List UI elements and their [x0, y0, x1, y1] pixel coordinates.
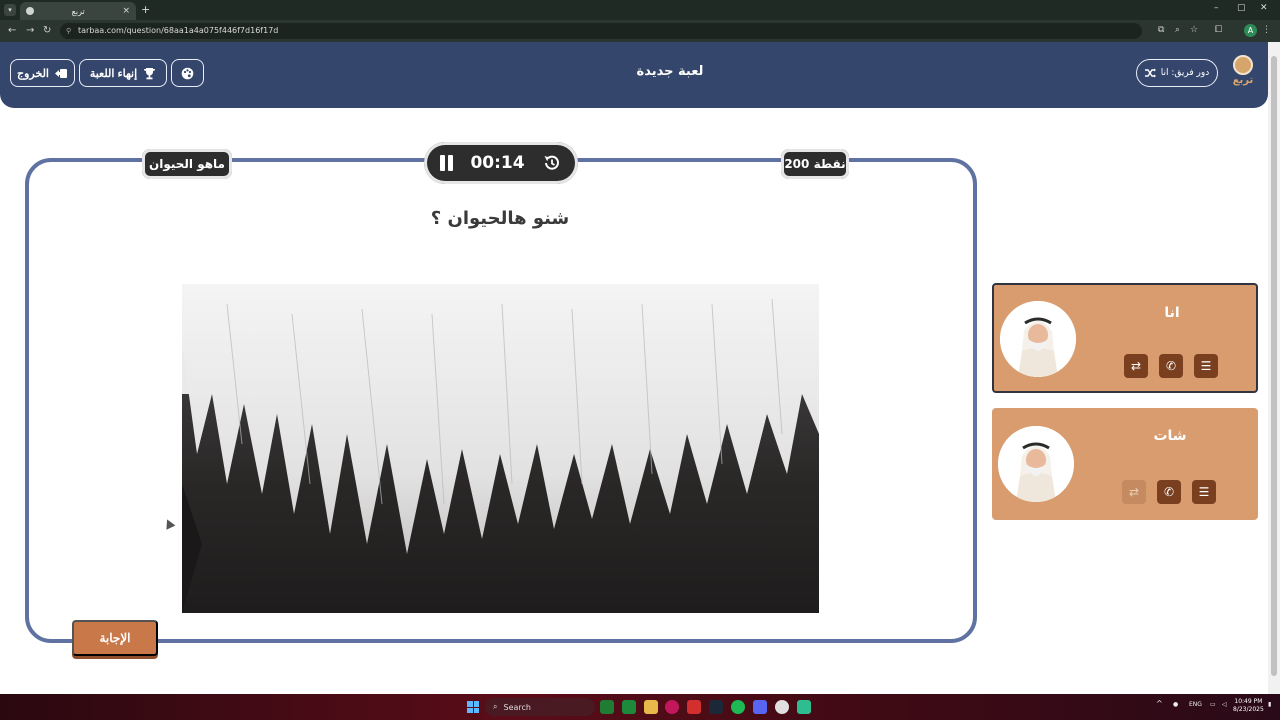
list-icon[interactable]: ☰ [1194, 354, 1218, 378]
timer-value: 00:14 [470, 153, 525, 173]
trophy-icon [144, 67, 156, 79]
logo-badge-icon [1233, 55, 1253, 75]
zoom-icon[interactable]: ⌕ [1175, 25, 1180, 35]
points-badge: 200 نقطة [781, 149, 849, 179]
exit-button[interactable]: الخروج [10, 59, 75, 87]
answer-button[interactable]: الإجابة [72, 620, 158, 656]
exit-label: الخروج [17, 67, 49, 80]
logo-text: تربع [1232, 75, 1254, 86]
page-scrollbar[interactable] [1268, 42, 1280, 694]
team-card-ana: انا ⇄ ✆ ☰ [992, 283, 1258, 393]
file-explorer-icon[interactable] [644, 700, 658, 714]
app-red-icon[interactable] [687, 700, 701, 714]
profile-avatar[interactable]: A [1244, 24, 1257, 37]
windows-start-icon[interactable] [467, 701, 479, 713]
theme-button[interactable] [171, 59, 204, 87]
phone-icon[interactable]: ✆ [1159, 354, 1183, 378]
question-text: شنو هالحيوان ؟ [430, 208, 570, 229]
tab-search-icon[interactable]: ▾ [4, 4, 16, 16]
language-indicator[interactable]: ENG [1189, 701, 1202, 708]
team-turn-label: دور فريق: انا [1160, 68, 1210, 78]
team-name: شات [1153, 428, 1187, 444]
url-text: tarbaa.com/question/68aa1a4a075f446f7d16… [78, 26, 279, 35]
taskbar-search-label: Search [503, 702, 531, 712]
app-logo[interactable]: تربع [1229, 55, 1257, 91]
close-tab-icon[interactable]: × [122, 6, 130, 16]
bookmark-star-icon[interactable]: ☆ [1190, 25, 1198, 35]
network-icon[interactable]: ▭ [1210, 701, 1216, 708]
reload-icon[interactable]: ↻ [43, 25, 51, 36]
xbox-icon[interactable] [622, 700, 636, 714]
clock-time: 10:49 PM [1234, 698, 1263, 705]
end-game-label: إنهاء اللعبة [89, 67, 138, 80]
maximize-icon[interactable]: ▢ [1237, 3, 1246, 13]
phone-icon[interactable]: ✆ [1157, 480, 1181, 504]
reset-timer-icon[interactable] [542, 153, 562, 173]
palette-icon [181, 67, 194, 79]
feathers-image [182, 284, 819, 613]
category-badge: ماهو الحيوان [142, 149, 232, 179]
steam-icon[interactable] [709, 700, 723, 714]
search-icon: ⌕ [493, 702, 498, 711]
nvidia-icon[interactable] [600, 700, 614, 714]
app-green-icon[interactable] [797, 700, 811, 714]
team-avatar [1000, 301, 1076, 377]
new-tab-icon[interactable]: + [141, 3, 150, 16]
microphone-icon[interactable]: ● [1173, 701, 1178, 708]
team-actions: ⇄ ✆ ☰ [1122, 480, 1216, 504]
install-icon[interactable]: ⧉ [1158, 25, 1164, 35]
team-card-chat: شات ⇄ ✆ ☰ [992, 408, 1258, 520]
team-avatar [998, 426, 1074, 502]
elder-avatar-icon [1000, 301, 1076, 377]
browser-tab-bar: ▾ تربع × + – ▢ ✕ [0, 0, 1280, 20]
volume-icon[interactable]: ◁ [1222, 701, 1227, 708]
team-turn-switch[interactable]: دور فريق: انا [1136, 59, 1218, 87]
discord-icon[interactable] [753, 700, 767, 714]
shuffle-icon [1144, 68, 1156, 78]
scrollbar-thumb[interactable] [1271, 56, 1277, 676]
clock-date: 8/23/2025 [1233, 706, 1264, 713]
taskbar-search[interactable]: ⌕ Search [485, 698, 595, 716]
minimize-icon[interactable]: – [1214, 3, 1219, 13]
favicon-icon [26, 7, 34, 15]
exit-icon [55, 68, 67, 78]
timer: 00:14 [424, 142, 578, 184]
app-header: الخروج إنهاء اللعبة لعبة جديدة دور فريق:… [0, 42, 1268, 108]
chrome-icon[interactable] [775, 700, 789, 714]
forward-icon[interactable]: → [26, 25, 34, 36]
address-input[interactable]: ⚲ tarbaa.com/question/68aa1a4a075f446f7d… [60, 23, 1142, 39]
taskbar-clock[interactable]: 10:49 PM 8/23/2025 [1233, 698, 1264, 714]
notification-icon[interactable]: ▮ [1268, 701, 1271, 708]
extensions-icon[interactable]: ⧠ [1215, 25, 1222, 35]
swap-icon[interactable]: ⇄ [1124, 354, 1148, 378]
list-icon[interactable]: ☰ [1192, 480, 1216, 504]
close-window-icon[interactable]: ✕ [1260, 3, 1268, 13]
app-icon[interactable] [665, 700, 679, 714]
team-actions: ⇄ ✆ ☰ [1124, 354, 1218, 378]
pause-icon[interactable] [440, 155, 453, 171]
tab-title: تربع [71, 6, 85, 16]
os-taskbar: ⌕ Search ^ ● ENG ▭ ◁ 10:49 PM 8/23/2025 … [0, 694, 1280, 720]
browser-toolbar: ← → ↻ ⚲ tarbaa.com/question/68aa1a4a075f… [0, 20, 1280, 42]
back-icon[interactable]: ← [8, 25, 16, 36]
spotify-icon[interactable] [731, 700, 745, 714]
browser-tab[interactable]: تربع × [20, 2, 136, 20]
elder-avatar-icon [998, 426, 1074, 502]
site-info-icon[interactable]: ⚲ [66, 23, 71, 39]
question-image [182, 284, 819, 613]
end-game-button[interactable]: إنهاء اللعبة [79, 59, 167, 87]
team-name: انا [1164, 305, 1180, 321]
game-title: لعبة جديدة [636, 64, 704, 79]
swap-icon: ⇄ [1122, 480, 1146, 504]
tray-chevron-icon[interactable]: ^ [1156, 699, 1163, 708]
browser-menu-icon[interactable]: ⋮ [1262, 25, 1271, 35]
